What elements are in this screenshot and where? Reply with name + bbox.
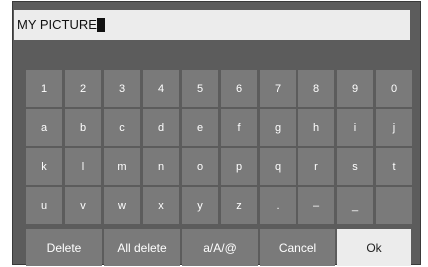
key-q[interactable]: q	[260, 148, 296, 185]
delete-button[interactable]: Delete	[26, 229, 102, 266]
key-r[interactable]: r	[298, 148, 334, 185]
key-u[interactable]: u	[26, 187, 62, 224]
key-d[interactable]: d	[143, 109, 179, 146]
key-v[interactable]: v	[65, 187, 101, 224]
key-2[interactable]: 2	[65, 70, 101, 107]
key-symbol[interactable]: .	[260, 187, 296, 224]
key-h[interactable]: h	[298, 109, 334, 146]
key-f[interactable]: f	[221, 109, 257, 146]
cancel-button[interactable]: Cancel	[260, 229, 335, 266]
key-b[interactable]: b	[65, 109, 101, 146]
key-a[interactable]: a	[26, 109, 62, 146]
key-5[interactable]: 5	[182, 70, 218, 107]
key-3[interactable]: 3	[104, 70, 140, 107]
key-6[interactable]: 6	[221, 70, 257, 107]
ok-button[interactable]: Ok	[337, 229, 411, 266]
text-cursor	[96, 18, 105, 32]
text-input[interactable]: MY PICTURE	[14, 10, 410, 40]
key-1[interactable]: 1	[26, 70, 62, 107]
key-t[interactable]: t	[376, 148, 412, 185]
key-i[interactable]: i	[337, 109, 373, 146]
key-0[interactable]: 0	[376, 70, 412, 107]
key-symbol[interactable]: _	[337, 187, 373, 224]
key-y[interactable]: y	[182, 187, 218, 224]
key-m[interactable]: m	[104, 148, 140, 185]
key-9[interactable]: 9	[337, 70, 373, 107]
key-z[interactable]: z	[221, 187, 257, 224]
key-7[interactable]: 7	[260, 70, 296, 107]
key-o[interactable]: o	[182, 148, 218, 185]
key-x[interactable]: x	[143, 187, 179, 224]
key-4[interactable]: 4	[143, 70, 179, 107]
input-value: MY PICTURE	[17, 17, 97, 32]
key-e[interactable]: e	[182, 109, 218, 146]
key-8[interactable]: 8	[298, 70, 334, 107]
case-toggle-button[interactable]: a/A/@	[182, 229, 258, 266]
key-w[interactable]: w	[104, 187, 140, 224]
key-p[interactable]: p	[221, 148, 257, 185]
key-c[interactable]: c	[104, 109, 140, 146]
key-s[interactable]: s	[337, 148, 373, 185]
key-k[interactable]: k	[26, 148, 62, 185]
key-g[interactable]: g	[260, 109, 296, 146]
key-symbol[interactable]: –	[298, 187, 334, 224]
key-blank[interactable]	[376, 187, 412, 224]
key-j[interactable]: j	[376, 109, 412, 146]
all-delete-button[interactable]: All delete	[104, 229, 180, 266]
key-l[interactable]: l	[65, 148, 101, 185]
key-n[interactable]: n	[143, 148, 179, 185]
